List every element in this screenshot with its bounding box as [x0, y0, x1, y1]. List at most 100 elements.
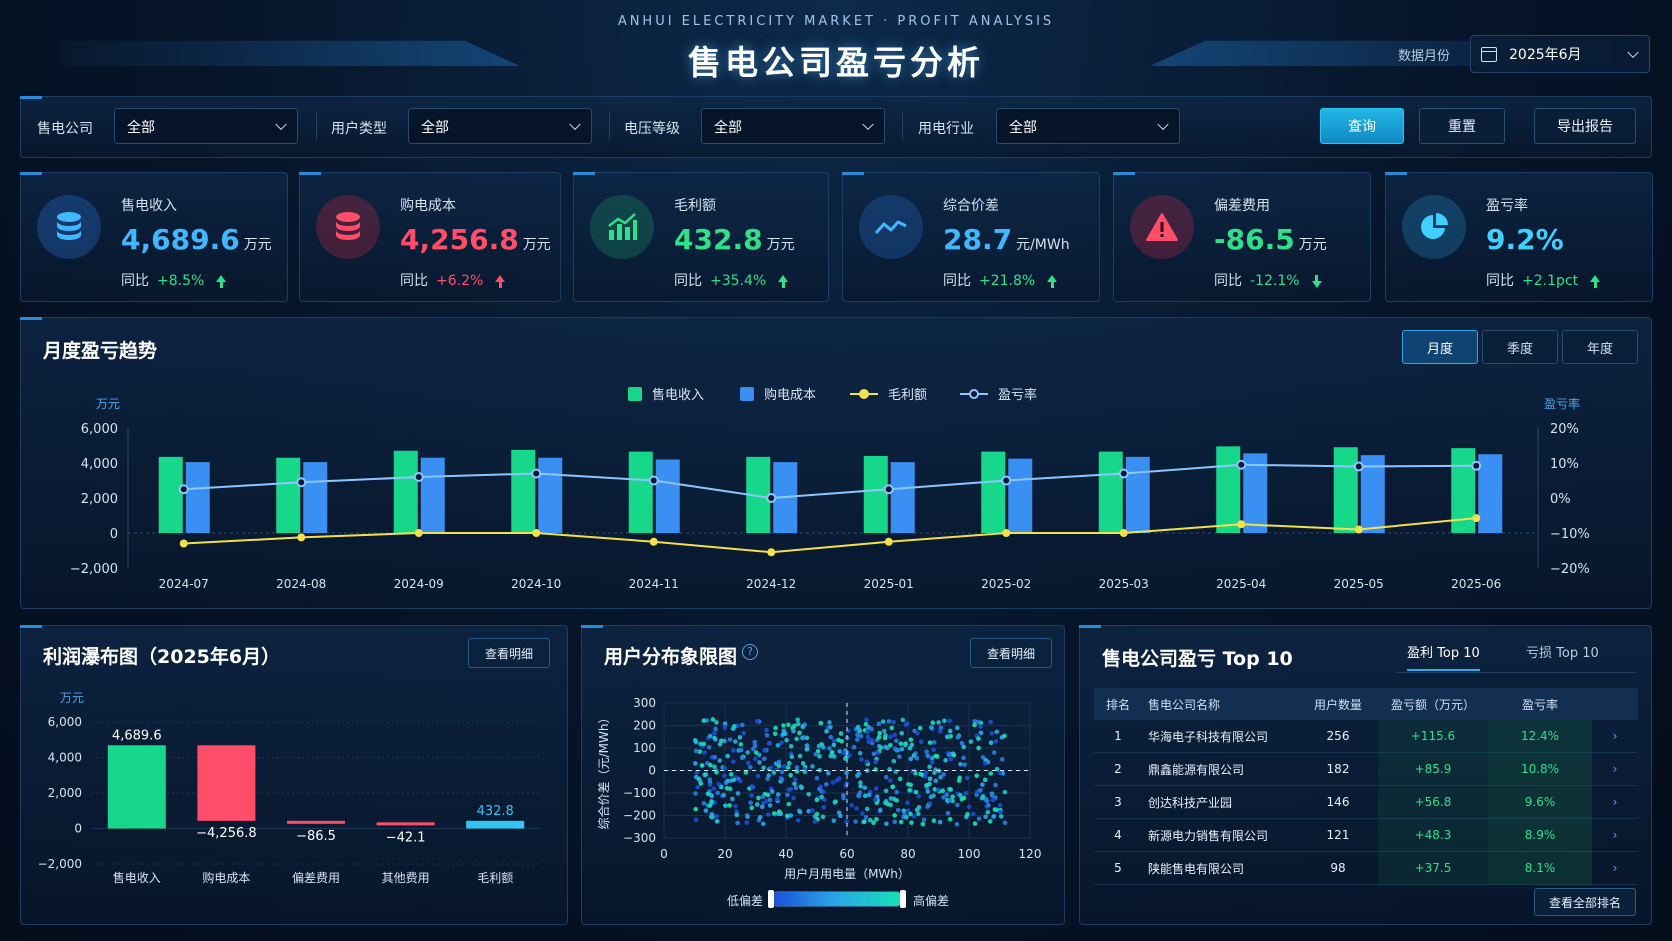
scatter-point	[839, 738, 845, 744]
scatter-point	[872, 797, 878, 803]
scatter-point	[701, 741, 707, 747]
scatter-point	[776, 809, 782, 814]
scatter-point	[882, 735, 888, 741]
scatter-point	[951, 752, 957, 758]
chevron-right-icon[interactable]: ›	[1592, 729, 1638, 743]
cell-company: 陕能售电有限公司	[1148, 861, 1245, 876]
scatter-point	[714, 818, 720, 824]
scatter-point	[931, 818, 937, 823]
scatter-point	[963, 790, 969, 796]
cell-amount: +115.6	[1378, 719, 1488, 753]
scatter-point	[692, 738, 698, 743]
scatter-point	[709, 811, 715, 817]
scatter-point	[819, 794, 824, 800]
scatter-point	[829, 750, 835, 755]
y-tick-label: −100	[623, 786, 656, 800]
tab-loss-top10[interactable]: 亏损 Top 10	[1526, 642, 1599, 661]
scatter-point	[705, 791, 711, 797]
scatter-point	[914, 755, 920, 761]
scatter-point	[983, 814, 988, 820]
scatter-point	[851, 744, 857, 750]
scatter-point	[781, 764, 787, 769]
scatter-point	[827, 746, 832, 751]
scatter-point	[712, 754, 718, 760]
scatter-point	[771, 811, 777, 816]
scatter-point	[760, 821, 766, 827]
scatter-point	[987, 819, 993, 824]
scatter-point	[797, 809, 803, 815]
scatter-point	[880, 719, 886, 724]
chevron-right-icon[interactable]: ›	[1592, 861, 1638, 875]
chevron-right-icon[interactable]: ›	[1592, 762, 1638, 776]
scatter-point	[735, 791, 741, 796]
scatter-point	[831, 738, 837, 743]
scatter-point	[702, 750, 708, 755]
scatter-point	[876, 721, 882, 727]
scatter-point	[962, 762, 967, 767]
scatter-point	[831, 818, 837, 823]
scatter-point	[738, 778, 743, 784]
table-row[interactable]: 3 创达科技产业园 146 +56.8 9.6% ›	[1094, 785, 1638, 819]
scatter-point	[865, 734, 871, 740]
scatter-point	[727, 737, 733, 742]
chevron-right-icon[interactable]: ›	[1592, 828, 1638, 842]
scatter-point	[792, 723, 797, 729]
table-row[interactable]: 4 新源电力销售有限公司 121 +48.3 8.9% ›	[1094, 818, 1638, 852]
scatter-point	[820, 814, 826, 820]
scatter-point	[738, 747, 744, 753]
scatter-point	[890, 784, 895, 790]
scatter-point	[898, 741, 904, 746]
scatter-point	[917, 725, 923, 731]
scatter-point	[800, 735, 805, 741]
cell-amount: +37.5	[1378, 851, 1488, 885]
scatter-point	[974, 773, 980, 778]
scatter-point	[983, 798, 989, 803]
table-row[interactable]: 2 鼎鑫能源有限公司 182 +85.9 10.8% ›	[1094, 752, 1638, 786]
view-all-ranking-button[interactable]: 查看全部排名	[1534, 888, 1636, 916]
scatter-point	[756, 752, 762, 758]
scatter-point	[915, 730, 920, 736]
scatter-point	[792, 781, 797, 787]
table-row[interactable]: 5 陕能售电有限公司 98 +37.5 8.1% ›	[1094, 851, 1638, 885]
scatter-point	[929, 759, 935, 765]
scatter-point	[707, 803, 713, 808]
cell-rate: 9.6%	[1488, 785, 1592, 819]
scatter-point	[883, 788, 889, 794]
scatter-point	[817, 786, 822, 792]
scatter-point	[701, 800, 707, 806]
scatter-point	[914, 807, 920, 813]
scatter-point	[824, 782, 829, 787]
scatter-point	[921, 817, 927, 823]
panel-title: 售电公司盈亏 Top 10	[1102, 648, 1293, 670]
scale-handle-left[interactable]	[768, 890, 774, 908]
table-row[interactable]: 1 华海电子科技有限公司 256 +115.6 12.4% ›	[1094, 719, 1638, 753]
scatter-point	[856, 793, 861, 798]
scatter-color-scale	[768, 890, 906, 908]
chevron-right-icon[interactable]: ›	[1592, 795, 1638, 809]
scatter-point	[734, 812, 740, 818]
cell-rate: 12.4%	[1488, 719, 1592, 753]
scatter-point	[993, 782, 998, 788]
scatter-point	[886, 719, 892, 724]
scatter-point	[930, 720, 936, 725]
scatter-point	[847, 752, 852, 758]
scatter-point	[707, 777, 713, 782]
tab-profit-top10[interactable]: 盈利 Top 10	[1407, 642, 1480, 671]
scatter-point	[909, 820, 914, 825]
cell-rank: 3	[1114, 795, 1122, 809]
x-tick-label: 40	[778, 847, 793, 861]
scatter-point	[907, 788, 912, 793]
scatter-point	[721, 792, 726, 798]
column-header: 盈亏额（万元）	[1390, 697, 1475, 712]
column-header: 盈亏率	[1521, 697, 1558, 712]
scatter-point	[772, 731, 778, 737]
scatter-point	[712, 735, 717, 741]
scatter-point	[722, 766, 728, 771]
cell-amount: +56.8	[1378, 785, 1488, 819]
x-tick-label: 20	[717, 847, 732, 861]
scatter-point	[779, 777, 785, 782]
scale-handle-right[interactable]	[900, 890, 906, 908]
scatter-point	[997, 770, 1003, 776]
scatter-point	[980, 754, 986, 760]
scatter-point	[869, 737, 875, 743]
